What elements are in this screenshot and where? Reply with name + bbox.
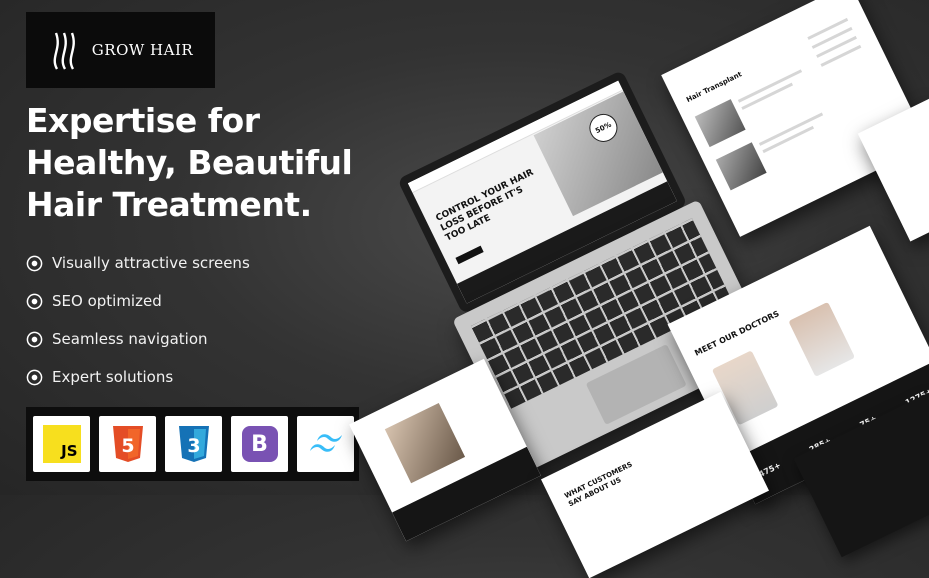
doctors-title: MEET OUR DOCTORS: [693, 309, 781, 358]
tailwind-icon: [309, 434, 342, 452]
feature-label: SEO optimized: [52, 292, 162, 310]
patient-photo: [384, 402, 466, 484]
testimonial-title: WHAT CUSTOMERS SAY ABOUT US: [563, 460, 634, 509]
eye-icon: [26, 331, 43, 347]
feature-item: SEO optimized: [26, 282, 250, 320]
feature-item: Seamless navigation: [26, 320, 250, 358]
feature-item: Expert solutions: [26, 358, 250, 396]
eye-icon: [26, 293, 43, 309]
feature-item: Visually attractive screens: [26, 244, 250, 282]
headline: Expertise for Healthy, Beautiful Hair Tr…: [26, 100, 406, 226]
svg-text:5: 5: [121, 435, 134, 457]
html5-icon: 5: [112, 426, 143, 462]
headline-line: Healthy, Beautiful: [26, 143, 353, 182]
blog-title: Hair Transplant: [685, 70, 744, 105]
hair-logo-icon: [53, 32, 75, 70]
feature-label: Seamless navigation: [52, 330, 208, 348]
tech-badge-html5: 5: [99, 416, 156, 472]
tech-badge-css3: 3: [165, 416, 222, 472]
feature-label: Expert solutions: [52, 368, 174, 386]
tech-badge-tailwind: [297, 416, 354, 472]
css3-icon: 3: [178, 426, 209, 462]
tech-badge-bootstrap: B: [231, 416, 288, 472]
tech-stack-bar: JS 5 3 B: [26, 407, 359, 481]
hero-heading: CONTROL YOUR HAIR LOSS BEFORE IT'S TOO L…: [434, 167, 536, 244]
feature-label: Visually attractive screens: [52, 254, 250, 272]
feature-list: Visually attractive screens SEO optimize…: [26, 244, 250, 396]
bootstrap-icon: B: [241, 426, 278, 462]
logo: GROW HAIR: [26, 12, 215, 88]
js-icon: JS: [42, 425, 81, 463]
tech-badge-js: JS: [33, 416, 90, 472]
doctor-photo: [788, 301, 856, 377]
brand-name: GROW HAIR: [91, 41, 194, 59]
headline-line: Expertise for: [26, 101, 260, 140]
svg-text:3: 3: [187, 435, 200, 457]
eye-icon: [26, 255, 43, 271]
eye-icon: [26, 369, 43, 385]
headline-line: Hair Treatment.: [26, 185, 312, 224]
